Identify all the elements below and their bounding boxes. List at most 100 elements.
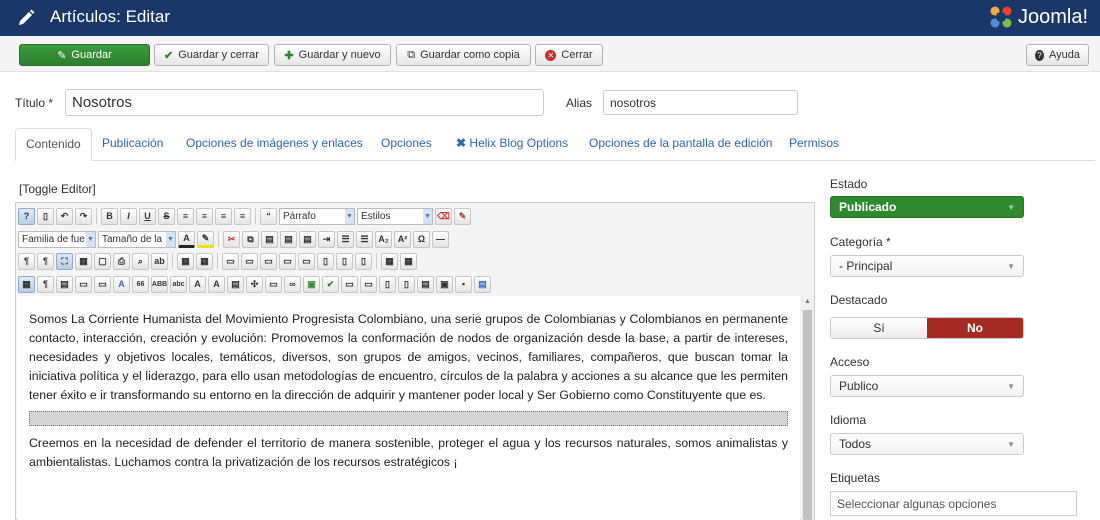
nonbreaking-icon[interactable]: ✣ <box>246 275 263 293</box>
replace-icon[interactable]: ab <box>151 252 168 270</box>
col-insert-before-icon[interactable]: ▯ <box>317 252 334 270</box>
read-more-icon[interactable]: ▤ <box>474 275 491 293</box>
title-input[interactable]: Nosotros <box>65 89 544 116</box>
layer-icon[interactable]: ▭ <box>360 275 377 293</box>
attributes-icon[interactable]: ▤ <box>227 275 244 293</box>
tab-permisos[interactable]: Permisos <box>789 128 839 161</box>
horizontal-rule-icon[interactable]: — <box>432 230 449 248</box>
visual-aid-icon[interactable]: ▦ <box>18 275 35 293</box>
format-select[interactable]: Párrafo ▼ <box>279 207 355 225</box>
indent-icon[interactable]: ⇥ <box>318 230 335 248</box>
acronym-icon[interactable]: ABB <box>151 275 168 293</box>
tab-contenido[interactable]: Contenido <box>15 128 92 161</box>
superscript-icon[interactable]: A² <box>394 230 411 248</box>
text-color-icon[interactable]: A <box>178 230 195 248</box>
page-break-icon[interactable]: ▤ <box>56 275 73 293</box>
fullscreen-icon[interactable]: ⛶ <box>56 252 73 270</box>
save-new-button[interactable]: ✚ Guardar y nuevo <box>274 44 391 66</box>
align-left-icon[interactable]: ≡ <box>215 207 232 225</box>
tab-pantalla-edicion[interactable]: Opciones de la pantalla de edición <box>589 128 772 161</box>
tags-input[interactable]: Seleccionar algunas opciones <box>830 491 1077 516</box>
row-delete-icon[interactable]: ▭ <box>298 252 315 270</box>
cite-icon[interactable]: 66 <box>132 275 149 293</box>
featured-yes-button[interactable]: Sí <box>831 318 927 338</box>
help-icon[interactable]: ? <box>18 207 35 225</box>
copy-icon[interactable]: ⧉ <box>242 230 259 248</box>
tab-imagenes-enlaces[interactable]: Opciones de imágenes y enlaces <box>186 128 363 161</box>
show-blocks-icon[interactable]: ¶ <box>37 275 54 293</box>
insert-layer-icon[interactable]: ▭ <box>75 275 92 293</box>
link-icon[interactable]: ∞ <box>284 275 301 293</box>
save-doc-icon[interactable]: ▪ <box>455 275 472 293</box>
italic-icon[interactable]: I <box>120 207 137 225</box>
template-insert-icon[interactable]: ▯ <box>398 275 415 293</box>
joomla-logo[interactable]: Joomla! <box>988 3 1088 31</box>
tab-opciones[interactable]: Opciones <box>381 128 432 161</box>
row-insert-after-icon[interactable]: ▭ <box>279 252 296 270</box>
align-right-icon[interactable]: ≡ <box>234 207 251 225</box>
font-size-select[interactable]: Tamaño de la ▼ <box>98 230 176 248</box>
scroll-up-icon[interactable]: ▲ <box>804 298 811 305</box>
cell-props-icon[interactable]: ▭ <box>241 252 258 270</box>
strikethrough-icon[interactable]: S <box>158 207 175 225</box>
col-delete-icon[interactable]: ▯ <box>355 252 372 270</box>
align-justify-icon[interactable]: ≡ <box>177 207 194 225</box>
find-icon[interactable]: ⌕ <box>132 252 149 270</box>
close-button[interactable]: ✕ Cerrar <box>535 44 603 66</box>
edit-layer-icon[interactable]: ▭ <box>94 275 111 293</box>
new-document-icon[interactable]: ▯ <box>37 207 54 225</box>
print-icon[interactable]: ⎙ <box>113 252 130 270</box>
row-props-icon[interactable]: ▭ <box>222 252 239 270</box>
access-select[interactable]: Publico ▼ <box>830 375 1024 397</box>
cut-icon[interactable]: ✂ <box>223 230 240 248</box>
table-delete-icon[interactable]: ▦ <box>196 252 213 270</box>
save-button[interactable]: ✎ Guardar <box>19 44 150 66</box>
bullet-list-icon[interactable]: ☰ <box>356 230 373 248</box>
template-icon[interactable]: ▦ <box>75 252 92 270</box>
spellchecker-icon[interactable]: ✔ <box>322 275 339 293</box>
undo-icon[interactable]: ↶ <box>56 207 73 225</box>
paste-word-icon[interactable]: ▤ <box>299 230 316 248</box>
tab-publicacion[interactable]: Publicación <box>102 128 163 161</box>
abbreviation-icon[interactable]: abc <box>170 275 187 293</box>
col-insert-after-icon[interactable]: ▯ <box>336 252 353 270</box>
bold-icon[interactable]: B <box>101 207 118 225</box>
help-button[interactable]: ? Ayuda <box>1026 44 1089 66</box>
image-icon[interactable]: ▣ <box>303 275 320 293</box>
font-family-select[interactable]: Familia de fue ▼ <box>18 230 96 248</box>
anchor-icon[interactable]: ▯ <box>379 275 396 293</box>
language-select[interactable]: Todos ▼ <box>830 433 1024 455</box>
character-map-icon[interactable]: Ω <box>413 230 430 248</box>
align-center-icon[interactable]: ≡ <box>196 207 213 225</box>
highlight-icon[interactable]: ✎ <box>197 230 214 248</box>
split-cells-icon[interactable]: ▦ <box>381 252 398 270</box>
deletion-icon[interactable]: A <box>189 275 206 293</box>
scrollbar-thumb[interactable] <box>803 310 812 520</box>
style-props-icon[interactable]: ▭ <box>265 275 282 293</box>
image-manager-icon[interactable]: ▣ <box>436 275 453 293</box>
editor-content-area[interactable]: Somos La Corriente Humanista del Movimie… <box>17 296 800 520</box>
styles-select[interactable]: Estilos ▼ <box>357 207 433 225</box>
merge-cells-icon[interactable]: ▦ <box>400 252 417 270</box>
insertion-icon[interactable]: A <box>208 275 225 293</box>
eraser-icon[interactable]: ⌫ <box>435 207 452 225</box>
category-select[interactable]: - Principal ▼ <box>830 255 1024 277</box>
blockquote-icon[interactable]: “ <box>260 207 277 225</box>
preview-icon[interactable]: ▢ <box>94 252 111 270</box>
redo-icon[interactable]: ↷ <box>75 207 92 225</box>
ltr-icon[interactable]: ¶ <box>18 252 35 270</box>
save-close-button[interactable]: ✔ Guardar y cerrar <box>154 44 269 66</box>
table-icon[interactable]: ▦ <box>177 252 194 270</box>
media-icon[interactable]: ▭ <box>341 275 358 293</box>
brush-icon[interactable]: ✎ <box>454 207 471 225</box>
alias-input[interactable]: nosotros <box>603 90 798 115</box>
paste-text-icon[interactable]: ▤ <box>280 230 297 248</box>
editor-scrollbar[interactable]: ▲ <box>801 296 814 520</box>
status-select[interactable]: Publicado ▼ <box>830 196 1024 218</box>
paste-icon[interactable]: ▤ <box>261 230 278 248</box>
spellcheck-icon[interactable]: A <box>113 275 130 293</box>
underline-icon[interactable]: U <box>139 207 156 225</box>
row-insert-before-icon[interactable]: ▭ <box>260 252 277 270</box>
featured-no-button[interactable]: No <box>927 318 1023 338</box>
toggle-editor-link[interactable]: [Toggle Editor] <box>19 182 96 196</box>
